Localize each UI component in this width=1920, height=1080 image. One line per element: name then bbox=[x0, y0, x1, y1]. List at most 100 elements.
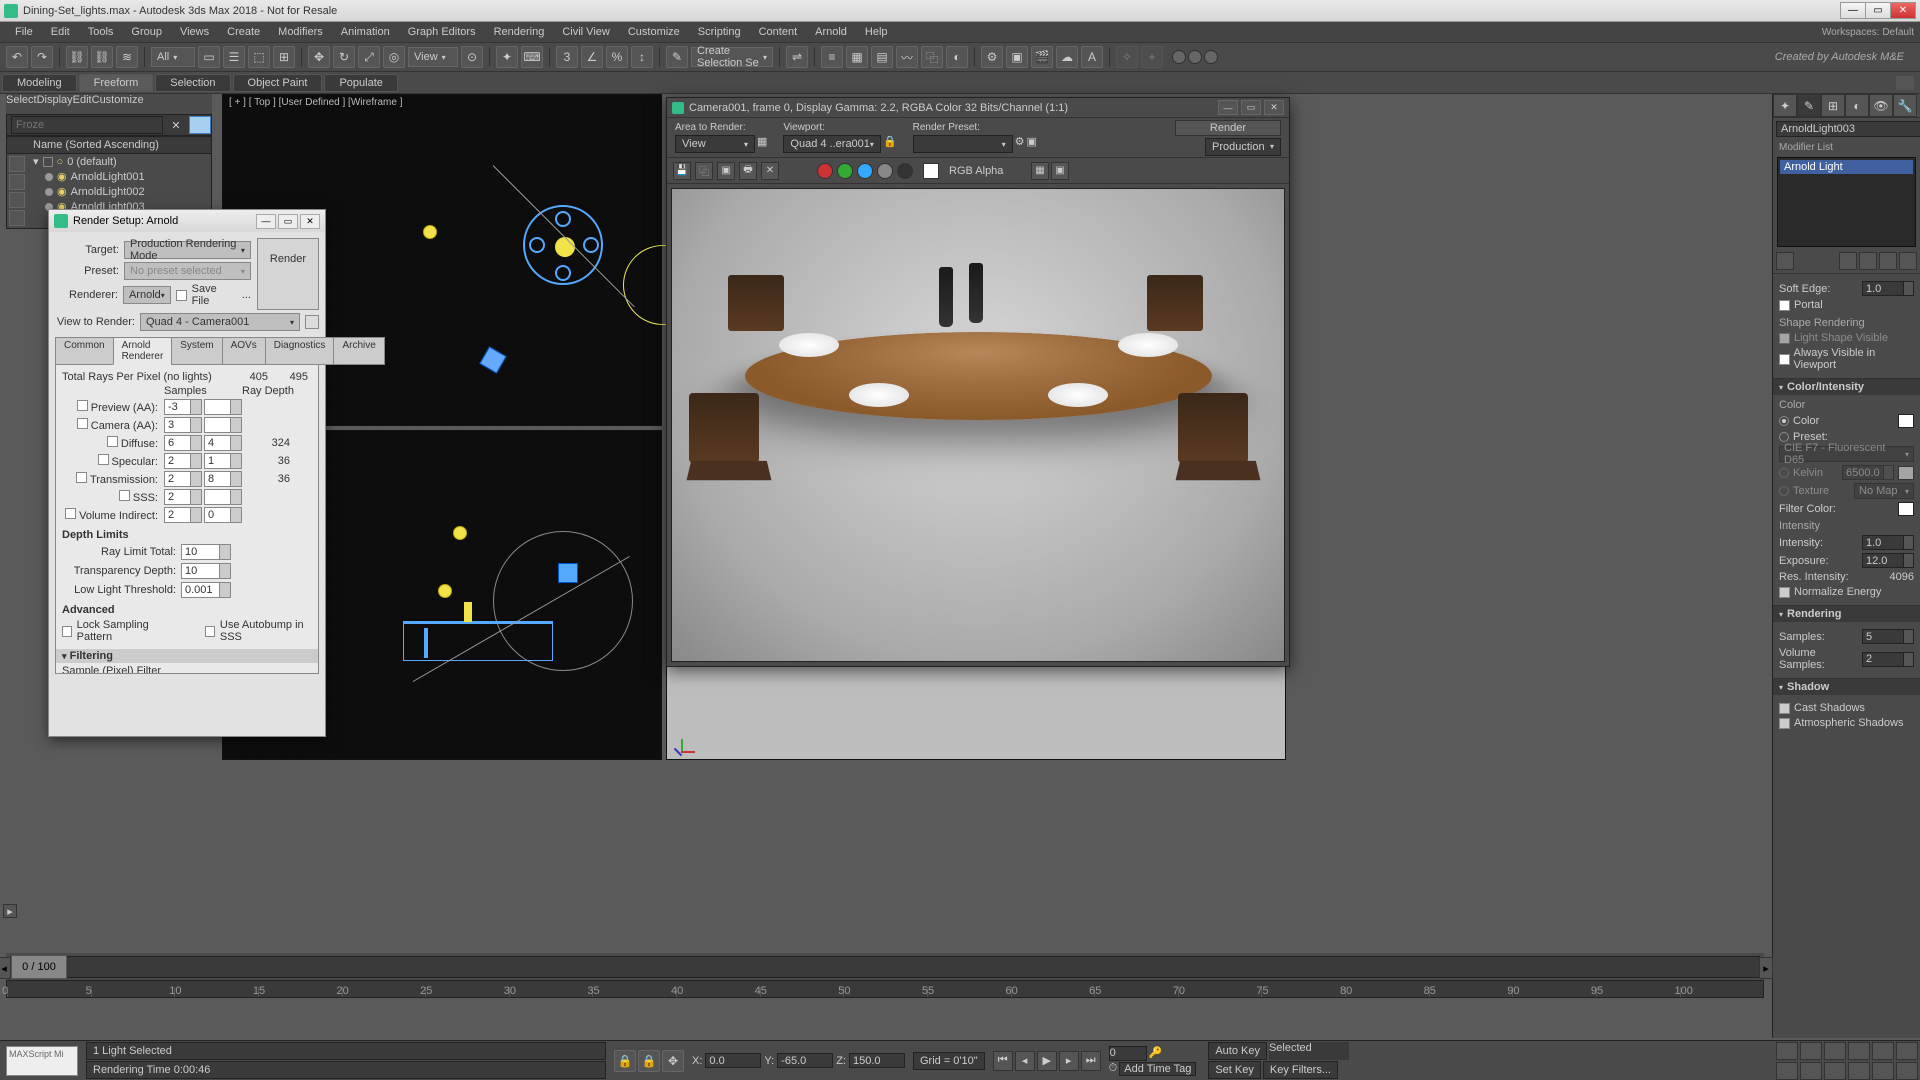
effects-button[interactable]: ▣ bbox=[1027, 135, 1037, 153]
clear-button[interactable]: ✕ bbox=[761, 162, 779, 180]
undo-button[interactable]: ↶ bbox=[6, 46, 28, 68]
kelvin-swatch[interactable] bbox=[1898, 466, 1914, 480]
z-input[interactable] bbox=[849, 1053, 905, 1068]
x-input[interactable] bbox=[705, 1053, 761, 1068]
time-config-button[interactable]: ⏱ bbox=[1109, 1062, 1118, 1076]
toggle-ui-button[interactable]: ▦ bbox=[1031, 162, 1049, 180]
samples-spinner[interactable]: 6 bbox=[164, 435, 202, 451]
ref-coord-dropdown[interactable]: View bbox=[408, 47, 458, 67]
vp-nav-10[interactable] bbox=[1848, 1062, 1870, 1080]
object-name-input[interactable] bbox=[1776, 121, 1920, 137]
tree-root[interactable]: ▾○0 (default) bbox=[27, 154, 211, 169]
timeline-next-button[interactable]: ▸ bbox=[1759, 957, 1773, 979]
camera-gizmo[interactable] bbox=[479, 346, 506, 373]
goto-start-button[interactable]: ⏮ bbox=[993, 1051, 1013, 1071]
name-column-header[interactable]: Name (Sorted Ascending) bbox=[33, 139, 159, 151]
select-rect-button[interactable]: ⬚ bbox=[248, 46, 270, 68]
menu-civil-view[interactable]: Civil View bbox=[553, 26, 618, 38]
vp-nav-11[interactable] bbox=[1872, 1062, 1894, 1080]
window-crossing-button[interactable]: ⊞ bbox=[273, 46, 295, 68]
chandelier-geometry[interactable] bbox=[523, 205, 603, 285]
target-dropdown[interactable]: Production Rendering Mode bbox=[124, 241, 251, 259]
depth-spinner[interactable] bbox=[204, 399, 242, 415]
ribbon-tab-object-paint[interactable]: Object Paint bbox=[233, 74, 323, 92]
tree-node[interactable]: ◉ArnoldLight002 bbox=[27, 184, 211, 199]
pivot-button[interactable]: ⊙ bbox=[461, 46, 483, 68]
menu-customize[interactable]: Customize bbox=[619, 26, 689, 38]
color-preset-dropdown[interactable]: CIE F7 - Fluorescent D65 bbox=[1779, 446, 1914, 462]
rs-tab-aovs[interactable]: AOVs bbox=[222, 337, 266, 365]
pan-button[interactable] bbox=[1896, 1042, 1918, 1060]
close-button[interactable]: ✕ bbox=[1890, 2, 1916, 19]
rf-render-button[interactable]: Render bbox=[1175, 120, 1281, 136]
scale-button[interactable]: ⤢ bbox=[358, 46, 380, 68]
hierarchy-panel-tab[interactable]: ⊞ bbox=[1821, 94, 1845, 117]
timeline[interactable]: ◂ 0 / 100 ▸ bbox=[6, 953, 1764, 981]
depth-spinner[interactable]: 4 bbox=[204, 435, 242, 451]
absolute-transform-button[interactable]: ✥ bbox=[662, 1050, 684, 1072]
zoom-all-button[interactable] bbox=[1800, 1042, 1822, 1060]
light-gizmo[interactable] bbox=[438, 584, 452, 598]
massfx-button[interactable]: + bbox=[1141, 46, 1163, 68]
invert-icon[interactable] bbox=[9, 192, 25, 208]
samples-spinner[interactable]: 2 bbox=[164, 489, 202, 505]
renderer-dropdown[interactable]: Arnold bbox=[123, 286, 171, 304]
kelvin-spinner[interactable]: 6500.0 bbox=[1842, 465, 1894, 480]
rf-preset-dropdown[interactable] bbox=[913, 135, 1013, 153]
selection-lock-button[interactable]: 🔒 bbox=[638, 1050, 660, 1072]
time-slider-thumb[interactable]: 0 / 100 bbox=[11, 955, 67, 979]
menu-rendering[interactable]: Rendering bbox=[485, 26, 554, 38]
motion-panel-tab[interactable]: ◐ bbox=[1845, 94, 1869, 117]
samples-spinner[interactable]: -3 bbox=[164, 399, 202, 415]
mirror-button[interactable]: ⇌ bbox=[786, 46, 808, 68]
volume-samples-spinner[interactable]: 2 bbox=[1862, 652, 1914, 667]
placement-button[interactable]: ◎ bbox=[383, 46, 405, 68]
samples-spinner[interactable]: 3 bbox=[164, 417, 202, 433]
menu-views[interactable]: Views bbox=[171, 26, 218, 38]
color-intensity-rollout[interactable]: Color/Intensity bbox=[1773, 379, 1920, 395]
current-frame-input[interactable] bbox=[1109, 1046, 1147, 1061]
autobump-checkbox[interactable] bbox=[205, 626, 215, 637]
rf-close-button[interactable]: ✕ bbox=[1264, 100, 1284, 115]
render-button[interactable]: Render bbox=[257, 238, 319, 310]
percent-snap-button[interactable]: % bbox=[606, 46, 628, 68]
menu-group[interactable]: Group bbox=[122, 26, 171, 38]
dialog-minimize-button[interactable]: — bbox=[256, 214, 276, 229]
rendered-frame-button[interactable]: ▣ bbox=[1006, 46, 1028, 68]
samples-spinner[interactable]: 5 bbox=[1862, 629, 1914, 644]
close-search-button[interactable]: ✕ bbox=[167, 119, 185, 132]
bg-swatch[interactable] bbox=[923, 163, 939, 179]
area-dropdown[interactable]: View bbox=[675, 135, 755, 153]
ribbon-minimize-icon[interactable] bbox=[1896, 76, 1914, 90]
render-frame-titlebar[interactable]: Camera001, frame 0, Display Gamma: 2.2, … bbox=[667, 98, 1289, 118]
normalize-checkbox[interactable] bbox=[1779, 587, 1790, 598]
blue-channel-button[interactable] bbox=[857, 163, 873, 179]
goto-end-button[interactable]: ⏭ bbox=[1081, 1051, 1101, 1071]
bind-spacewarp-button[interactable]: ≋ bbox=[116, 46, 138, 68]
menu-tools[interactable]: Tools bbox=[79, 26, 123, 38]
rf-minimize-button[interactable]: — bbox=[1218, 100, 1238, 115]
depth-spinner[interactable]: 0 bbox=[204, 507, 242, 523]
display-panel-tab[interactable]: 👁 bbox=[1869, 94, 1893, 117]
named-selection-dropdown[interactable]: Create Selection Se bbox=[691, 47, 773, 67]
max-toggle-button[interactable] bbox=[1824, 1062, 1846, 1080]
make-unique-button[interactable] bbox=[1859, 252, 1877, 270]
expand-trackbar-button[interactable]: ▸ bbox=[3, 904, 17, 918]
toggle-ribbon-button[interactable]: ▤ bbox=[871, 46, 893, 68]
set-key-button[interactable]: Set Key bbox=[1208, 1061, 1261, 1079]
rendering-rollout[interactable]: Rendering bbox=[1773, 606, 1920, 622]
menu-scripting[interactable]: Scripting bbox=[689, 26, 750, 38]
rotate-button[interactable]: ↻ bbox=[333, 46, 355, 68]
shape-visible-checkbox[interactable] bbox=[1779, 333, 1790, 344]
dialog-titlebar[interactable]: Render Setup: Arnold — ▭ ✕ bbox=[49, 210, 325, 232]
samples-spinner[interactable]: 2 bbox=[164, 471, 202, 487]
lock-sampling-checkbox[interactable] bbox=[62, 626, 72, 637]
redo-button[interactable]: ↷ bbox=[31, 46, 53, 68]
link-button[interactable]: ⛓ bbox=[66, 46, 88, 68]
geometry-icon[interactable] bbox=[9, 210, 25, 226]
rs-tab-system[interactable]: System bbox=[171, 337, 222, 365]
move-button[interactable]: ✥ bbox=[308, 46, 330, 68]
depth-value-spinner[interactable]: 0.001 bbox=[181, 582, 231, 598]
red-channel-button[interactable] bbox=[817, 163, 833, 179]
ribbon-tab-populate[interactable]: Populate bbox=[324, 74, 397, 92]
